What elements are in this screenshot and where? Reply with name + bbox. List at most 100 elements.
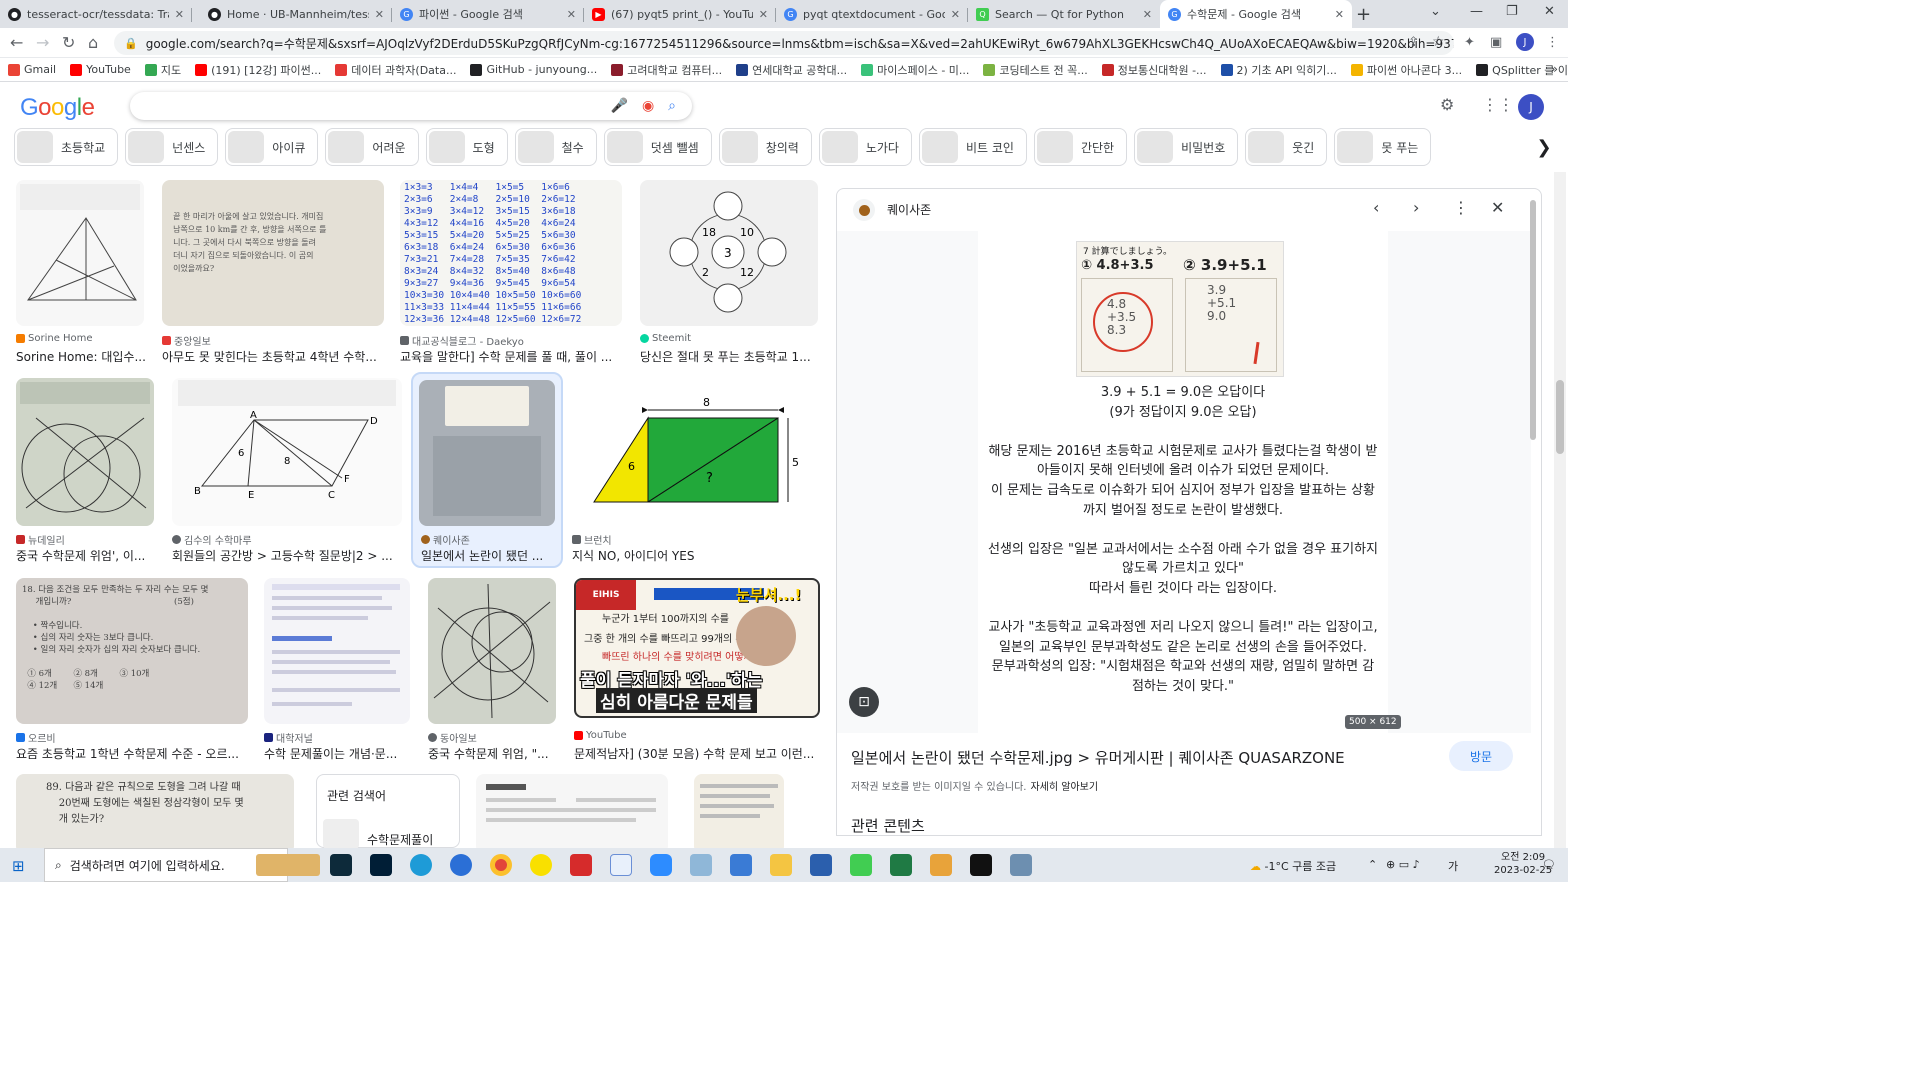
- bookmark-item[interactable]: 코딩테스트 전 꼭...: [983, 62, 1088, 78]
- close-tab-icon[interactable]: ✕: [567, 8, 576, 21]
- result-card[interactable]: 뉴데일리 중국 수학문제 위엄', 이...: [16, 378, 156, 564]
- search-highlight-icon[interactable]: [256, 854, 320, 876]
- tray-icons[interactable]: ⊕ ▭ ♪: [1386, 858, 1420, 871]
- result-thumbnail[interactable]: [419, 380, 555, 526]
- close-window-button[interactable]: ✕: [1544, 4, 1555, 19]
- result-card[interactable]: 8 6 ? 5 브런치 지식 NO, 아이디어 YES: [572, 378, 820, 564]
- address-bar[interactable]: 🔒 google.com/search?q=수학문제&sxsrf=AJOqlzVy…: [114, 31, 1454, 55]
- bookmark-item[interactable]: 고려대학교 컴퓨터...: [611, 62, 722, 78]
- bookmark-item[interactable]: 마이스페이스 - 미...: [861, 62, 969, 78]
- result-thumbnail[interactable]: 18 10 3 2 12: [640, 180, 818, 326]
- result-thumbnail[interactable]: [264, 578, 410, 724]
- close-tab-icon[interactable]: ✕: [759, 8, 768, 21]
- browser-tab[interactable]: G 파이썬 - Google 검색 ✕: [392, 0, 584, 28]
- share-icon[interactable]: ⇪: [1408, 35, 1419, 50]
- result-thumbnail[interactable]: [694, 774, 784, 848]
- notes-icon[interactable]: [610, 854, 632, 876]
- search-chip[interactable]: 어려운: [325, 128, 419, 166]
- file-explorer-icon[interactable]: [770, 854, 792, 876]
- result-card[interactable]: AD BE CF 68 김수의 수학마루 회원들의 공간방 > 고등수학 질문방…: [172, 378, 402, 564]
- result-card[interactable]: Sorine Home Sorine Home: 대입수...: [16, 180, 146, 365]
- search-box[interactable]: 🎤 ◉ ⌕: [130, 92, 692, 120]
- lightroom-icon[interactable]: [330, 854, 352, 876]
- zoom-icon[interactable]: [650, 854, 672, 876]
- extensions-icon[interactable]: ✦: [1464, 35, 1475, 50]
- result-card[interactable]: 끝 한 마리가 아울에 살고 있었습니다. 개미집 남쪽으로 10 km를 간 …: [162, 180, 384, 365]
- windows-start-icon[interactable]: ⊞: [12, 857, 25, 875]
- result-thumbnail[interactable]: 89. 다음과 같은 규칙으로 도형을 그려 나갈 때 20번째 도형에는 색칠…: [16, 774, 294, 848]
- visit-button[interactable]: 방문: [1449, 741, 1513, 771]
- new-tab-button[interactable]: +: [1356, 4, 1371, 25]
- bookmark-star-icon[interactable]: ☆: [1432, 34, 1445, 50]
- app-icon[interactable]: [1010, 854, 1032, 876]
- result-card[interactable]: 89. 다음과 같은 규칙으로 도형을 그려 나갈 때 20번째 도형에는 색칠…: [16, 774, 294, 848]
- back-icon[interactable]: ←: [10, 33, 23, 52]
- result-card[interactable]: 동아일보 중국 수학문제 위엄, "...: [428, 578, 558, 763]
- result-thumbnail[interactable]: 끝 한 마리가 아울에 살고 있었습니다. 개미집 남쪽으로 10 km를 간 …: [162, 180, 384, 326]
- bookmark-item[interactable]: 파이썬 아나콘다 3...: [1350, 62, 1462, 78]
- bookmark-item[interactable]: 지도: [144, 62, 181, 78]
- result-thumbnail[interactable]: [428, 578, 556, 724]
- remote-icon[interactable]: [450, 854, 472, 876]
- pycharm-icon[interactable]: [970, 854, 992, 876]
- account-avatar[interactable]: J: [1518, 94, 1544, 120]
- result-thumbnail[interactable]: [16, 378, 154, 526]
- bookmark-item[interactable]: 정보통신대학원 -...: [1101, 62, 1207, 78]
- result-card[interactable]: 18 10 32 12 Steemit 당신은 절대 못 푸는 초등학교 1...: [640, 180, 818, 365]
- acrobat-icon[interactable]: [570, 854, 592, 876]
- search-chip[interactable]: 비밀번호: [1134, 128, 1239, 166]
- ime-indicator[interactable]: 가: [1448, 858, 1458, 874]
- result-card[interactable]: 1×3=3 1×4=4 1×5=5 1×6=6 2×3=6 2×4=8 2×5=…: [400, 180, 622, 365]
- reload-icon[interactable]: ↻: [62, 33, 75, 52]
- chrome-icon[interactable]: [490, 854, 512, 876]
- result-card[interactable]: EIHIS 눈부셔...! 누군가 1부터 100까지의 수를 그중 한 개의 …: [574, 578, 820, 763]
- result-card[interactable]: 18. 다음 조건을 모두 만족하는 두 자리 수는 모두 몇 개입니까? (5…: [16, 578, 248, 763]
- lens-icon[interactable]: ◉: [642, 98, 654, 114]
- search-chip[interactable]: 철수: [514, 128, 597, 166]
- tray-chevron-icon[interactable]: ⌃: [1368, 858, 1377, 871]
- close-tab-icon[interactable]: ✕: [375, 8, 384, 21]
- search-chip[interactable]: 넌센스: [125, 128, 219, 166]
- browser-tab[interactable]: Q Search — Qt for Python ✕: [968, 0, 1160, 28]
- bookmark-item[interactable]: YouTube: [70, 63, 131, 76]
- kakaotalk-icon[interactable]: [530, 854, 552, 876]
- result-thumbnail[interactable]: [16, 180, 144, 326]
- bookmark-item[interactable]: Gmail: [8, 63, 56, 76]
- browser-tab[interactable]: ●Home · UB-Mannheim/tesserac✕: [200, 0, 392, 28]
- search-chip[interactable]: 못 푸는: [1334, 128, 1432, 166]
- chevron-right-icon[interactable]: ›: [1413, 198, 1419, 217]
- app-icon[interactable]: [690, 854, 712, 876]
- browser-tab-active[interactable]: G 수학문제 - Google 검색 ✕: [1160, 0, 1352, 28]
- apps-grid-icon[interactable]: ⋮⋮: [1482, 95, 1514, 114]
- result-card[interactable]: [694, 774, 784, 848]
- search-chip[interactable]: 비트 코인: [918, 128, 1027, 166]
- bookmark-item[interactable]: GitHub - junyoung...: [470, 63, 597, 76]
- page-scrollbar[interactable]: [1554, 172, 1566, 848]
- chevron-right-icon[interactable]: ❯: [1524, 128, 1564, 166]
- bookmark-item[interactable]: 2) 기초 API 익히기...: [1220, 62, 1337, 78]
- forward-icon[interactable]: →: [36, 33, 49, 52]
- result-card[interactable]: [476, 774, 668, 848]
- google-logo[interactable]: Google: [20, 94, 95, 122]
- sidepanel-icon[interactable]: ▣: [1490, 35, 1502, 50]
- photoshop-icon[interactable]: [370, 854, 392, 876]
- minimize-button[interactable]: —: [1470, 4, 1483, 19]
- result-thumbnail[interactable]: A D B E CF 6 8: [172, 378, 402, 526]
- result-thumbnail[interactable]: [476, 774, 668, 848]
- browser-tab[interactable]: ▶ (67) pyqt5 print_() - YouTube ✕: [584, 0, 776, 28]
- result-thumbnail[interactable]: EIHIS 눈부셔...! 누군가 1부터 100까지의 수를 그중 한 개의 …: [574, 578, 820, 718]
- search-chip[interactable]: 창의력: [718, 128, 812, 166]
- search-chip[interactable]: 노가다: [818, 128, 912, 166]
- app-icon[interactable]: [930, 854, 952, 876]
- bookmarks-overflow-icon[interactable]: »: [1551, 62, 1558, 76]
- result-thumbnail[interactable]: 8 6 ? 5: [572, 378, 818, 526]
- tab-search-icon[interactable]: ⌄: [1430, 4, 1441, 19]
- close-icon[interactable]: ✕: [1491, 198, 1504, 217]
- search-chip[interactable]: 웃긴: [1245, 128, 1328, 166]
- bookmark-item[interactable]: 데이터 과학자(Data...: [335, 62, 456, 78]
- bookmark-item[interactable]: (191) [12강] 파이썬...: [195, 62, 321, 78]
- close-tab-icon[interactable]: ✕: [951, 8, 960, 21]
- edge-icon[interactable]: [410, 854, 432, 876]
- related-thumbnail[interactable]: [323, 819, 359, 848]
- profile-avatar[interactable]: J: [1516, 33, 1534, 51]
